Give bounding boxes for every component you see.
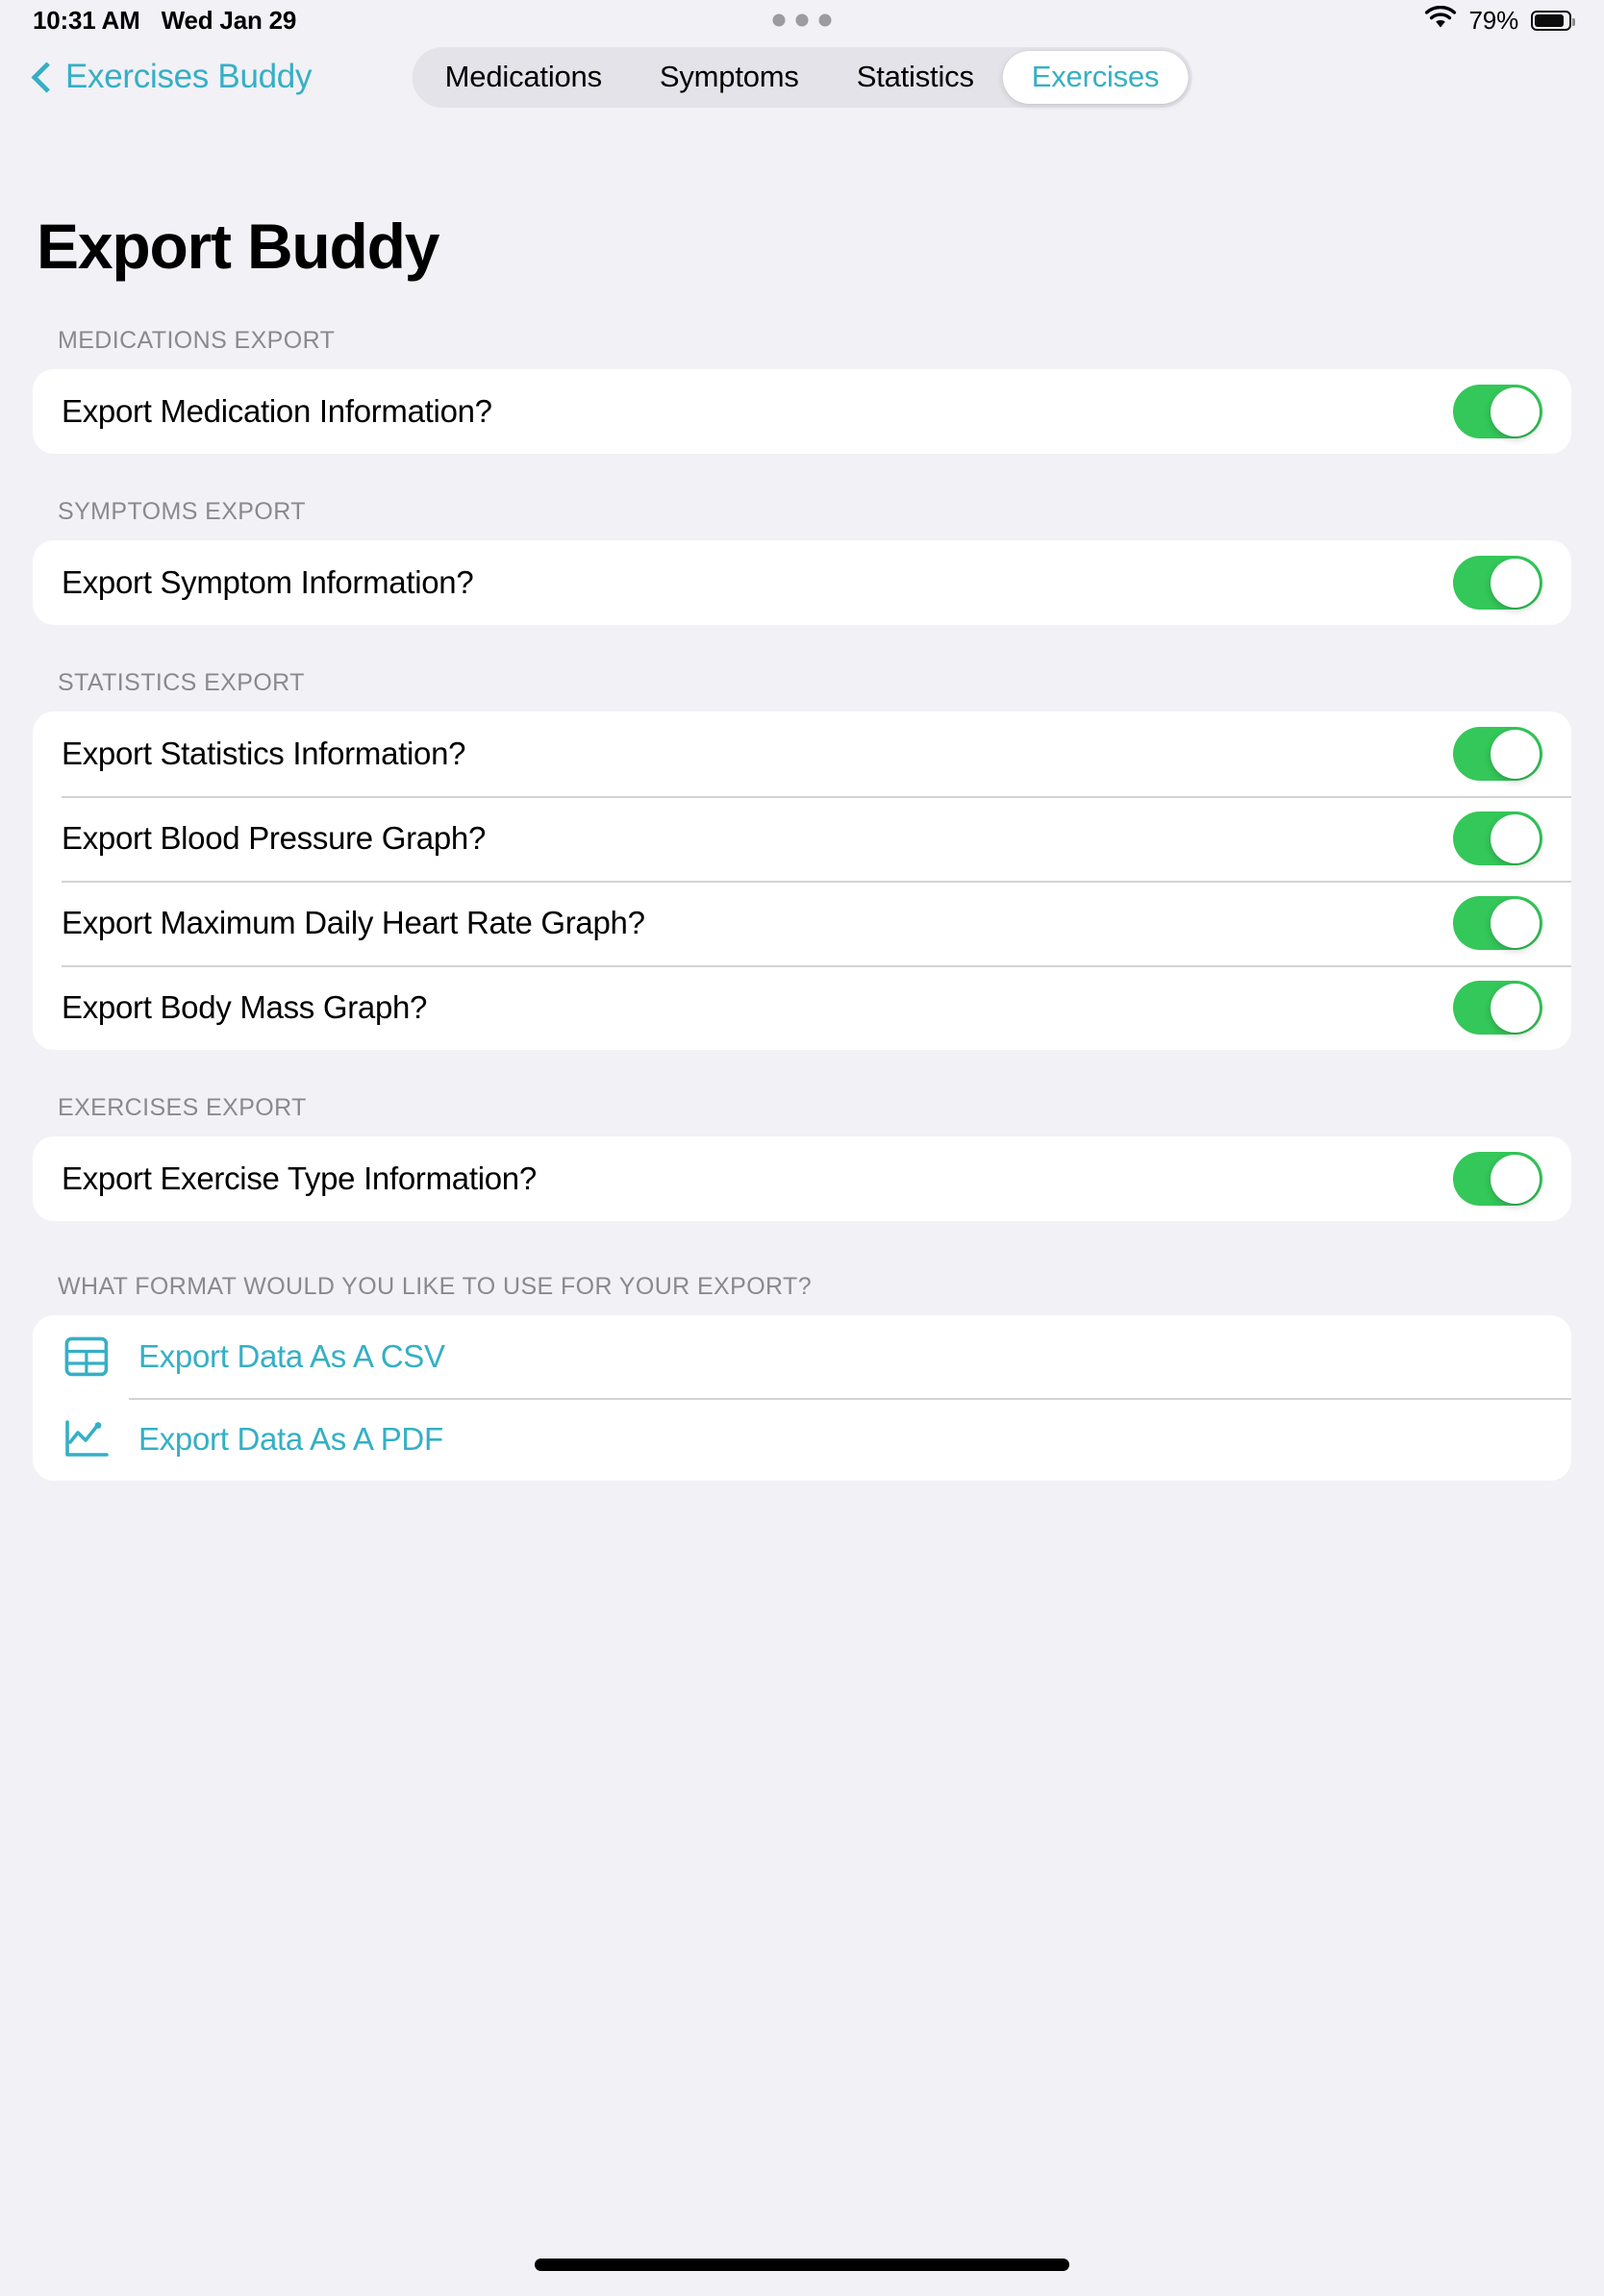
multitasking-dot <box>772 13 786 27</box>
row-export-exercise-type-information[interactable]: Export Exercise Type Information? <box>33 1136 1571 1221</box>
toggle-export-blood-pressure-graph[interactable] <box>1453 811 1542 865</box>
tab-medications[interactable]: Medications <box>416 51 631 104</box>
row-label: Export Symptom Information? <box>62 564 474 600</box>
status-time: 10:31 AM <box>33 5 140 35</box>
section-medications-export: MEDICATIONS EXPORT Export Medication Inf… <box>33 327 1571 454</box>
battery-fill <box>1535 13 1565 27</box>
tab-statistics[interactable]: Statistics <box>828 51 1003 104</box>
export-csv-button[interactable]: Export Data As A CSV <box>33 1315 1571 1398</box>
toggle-export-symptom-information[interactable] <box>1453 556 1542 610</box>
navigation-bar: Exercises Buddy Medications Symptoms Sta… <box>0 40 1604 113</box>
row-label: Export Statistics Information? <box>62 736 466 771</box>
row-label: Export Maximum Daily Heart Rate Graph? <box>62 905 645 940</box>
toggle-export-maximum-daily-heart-rate-graph[interactable] <box>1453 896 1542 950</box>
section-header: STATISTICS EXPORT <box>58 669 305 696</box>
toggle-knob <box>1491 813 1540 863</box>
toggle-knob <box>1491 898 1540 948</box>
multitasking-dot <box>818 13 832 27</box>
row-export-body-mass-graph[interactable]: Export Body Mass Graph? <box>33 965 1571 1050</box>
section-header: MEDICATIONS EXPORT <box>58 327 336 354</box>
main-content: Export Buddy MEDICATIONS EXPORT Export M… <box>0 210 1604 1481</box>
toggle-knob <box>1491 983 1540 1033</box>
toggle-export-body-mass-graph[interactable] <box>1453 981 1542 1035</box>
section-header: SYMPTOMS EXPORT <box>58 498 306 525</box>
settings-card: Export Medication Information? <box>33 369 1571 454</box>
table-grid-icon <box>62 1332 112 1382</box>
format-card: Export Data As A CSV Export Data As A PD… <box>33 1315 1571 1481</box>
row-label: Export Exercise Type Information? <box>62 1160 537 1196</box>
tab-symptoms-label: Symptoms <box>659 60 799 93</box>
row-export-statistics-information[interactable]: Export Statistics Information? <box>33 711 1571 796</box>
row-export-blood-pressure-graph[interactable]: Export Blood Pressure Graph? <box>33 796 1571 881</box>
wifi-icon <box>1424 5 1457 36</box>
row-export-symptom-information[interactable]: Export Symptom Information? <box>33 540 1571 625</box>
chevron-left-icon <box>33 61 52 93</box>
tab-symptoms[interactable]: Symptoms <box>631 51 828 104</box>
row-export-medication-information[interactable]: Export Medication Information? <box>33 369 1571 454</box>
section-header: EXERCISES EXPORT <box>58 1094 307 1121</box>
row-label: Export Body Mass Graph? <box>62 989 428 1025</box>
export-pdf-button[interactable]: Export Data As A PDF <box>33 1398 1571 1481</box>
tab-medications-label: Medications <box>444 60 602 93</box>
status-date: Wed Jan 29 <box>161 5 297 35</box>
line-chart-icon <box>62 1414 112 1464</box>
row-export-maximum-daily-heart-rate-graph[interactable]: Export Maximum Daily Heart Rate Graph? <box>33 881 1571 965</box>
multitasking-dot <box>795 13 809 27</box>
multitasking-dots-icon[interactable] <box>772 13 832 27</box>
toggle-knob <box>1491 1154 1540 1204</box>
section-statistics-export: STATISTICS EXPORT Export Statistics Info… <box>33 669 1571 1050</box>
toggle-export-exercise-type-information[interactable] <box>1453 1152 1542 1206</box>
status-bar: 10:31 AM Wed Jan 29 79% <box>0 0 1604 40</box>
toggle-knob <box>1491 558 1540 608</box>
settings-card: Export Exercise Type Information? <box>33 1136 1571 1221</box>
tab-exercises[interactable]: Exercises <box>1002 50 1189 104</box>
export-csv-label: Export Data As A CSV <box>138 1338 445 1374</box>
tab-statistics-label: Statistics <box>856 60 974 93</box>
toggle-knob <box>1491 729 1540 779</box>
toggle-knob <box>1491 387 1540 437</box>
settings-card: Export Statistics Information? Export Bl… <box>33 711 1571 1050</box>
row-label: Export Blood Pressure Graph? <box>62 820 486 856</box>
settings-card: Export Symptom Information? <box>33 540 1571 625</box>
page-title: Export Buddy <box>37 211 439 282</box>
tab-exercises-label: Exercises <box>1031 60 1160 93</box>
back-button-label: Exercises Buddy <box>65 58 313 95</box>
row-label: Export Medication Information? <box>62 393 492 429</box>
section-header: WHAT FORMAT WOULD YOU LIKE TO USE FOR YO… <box>58 1273 813 1300</box>
toggle-export-medication-information[interactable] <box>1453 385 1542 438</box>
section-symptoms-export: SYMPTOMS EXPORT Export Symptom Informati… <box>33 498 1571 625</box>
ipad-screen: 10:31 AM Wed Jan 29 79% Exercises Buddy … <box>0 0 1604 2296</box>
status-bar-left: 10:31 AM Wed Jan 29 <box>33 6 296 36</box>
section-export-format: WHAT FORMAT WOULD YOU LIKE TO USE FOR YO… <box>33 1273 1571 1481</box>
home-indicator[interactable] <box>535 2259 1069 2271</box>
back-button[interactable]: Exercises Buddy <box>19 58 312 96</box>
toggle-export-statistics-information[interactable] <box>1453 727 1542 781</box>
battery-icon <box>1531 10 1575 31</box>
battery-percentage: 79% <box>1468 5 1519 35</box>
segmented-control: Medications Symptoms Statistics Exercise… <box>412 46 1192 108</box>
status-bar-right: 79% <box>1424 5 1575 36</box>
section-exercises-export: EXERCISES EXPORT Export Exercise Type In… <box>33 1094 1571 1221</box>
export-pdf-label: Export Data As A PDF <box>138 1421 443 1457</box>
